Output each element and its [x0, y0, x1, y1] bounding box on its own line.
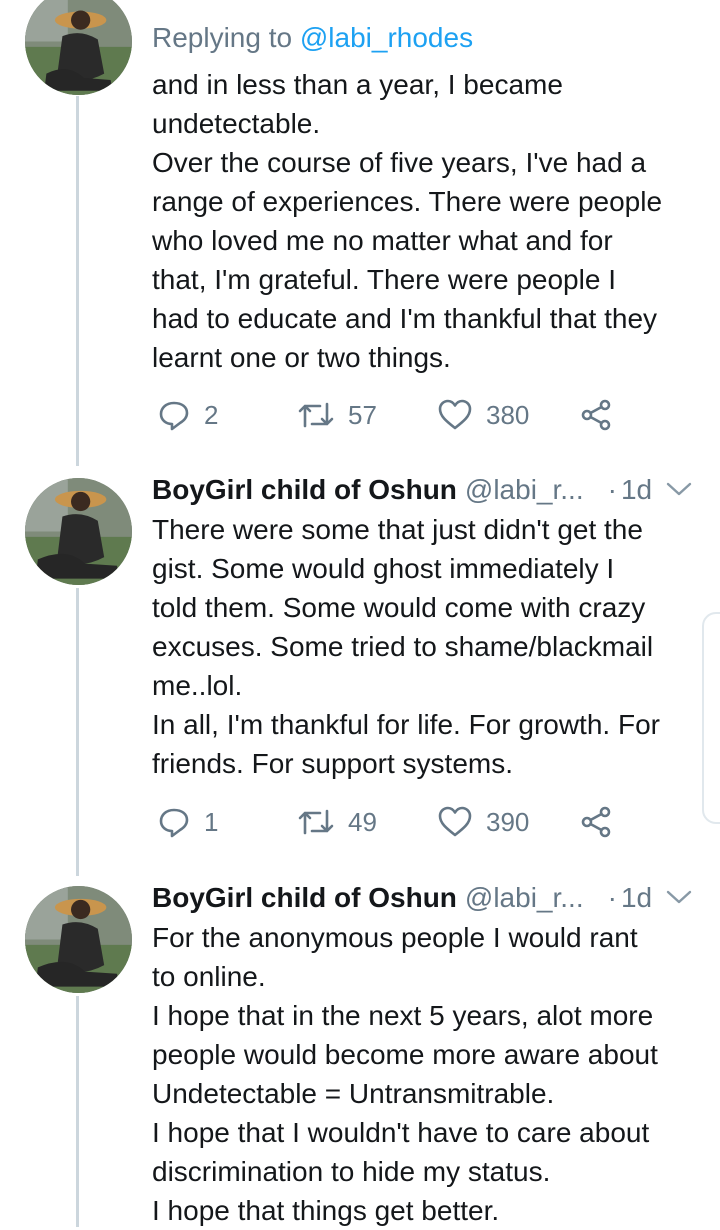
replying-to: Replying to @labi_rhodes — [152, 22, 473, 54]
like-button[interactable]: 390 — [438, 802, 529, 842]
tweet-text-line: had to educate and I'm thankful that the… — [152, 303, 658, 334]
chevron-down-icon[interactable] — [666, 478, 692, 500]
tweet-body: and in less than a year, I became undete… — [152, 65, 712, 377]
share-icon — [581, 806, 611, 838]
tweet-text-line: Over the course of five years, I've had … — [152, 147, 647, 178]
reply-icon — [159, 808, 189, 838]
tweet-time: 1d — [620, 882, 653, 913]
tweet-text-line: people would become more aware about — [152, 1039, 658, 1070]
retweet-icon — [298, 402, 334, 428]
tweet-text-line: discrimination to hide my status. — [152, 1156, 551, 1187]
separator-dot: · — [607, 474, 617, 505]
replying-to-label: Replying to — [152, 22, 300, 53]
avatar[interactable] — [25, 478, 132, 585]
like-button[interactable]: 380 — [438, 395, 529, 435]
author-handle[interactable]: @labi_r... — [465, 474, 584, 506]
tweet-body: There were some that just didn't get the… — [152, 510, 712, 783]
tweet-body: For the anonymous people I would rant to… — [152, 918, 712, 1230]
tweet-header: BoyGirl child of Oshun @labi_r... · 1d — [152, 878, 712, 918]
tweet-actions: 2 57 380 — [152, 395, 632, 435]
reply-count: 2 — [204, 399, 219, 430]
avatar[interactable] — [25, 886, 132, 993]
tweet-text-line: In all, I'm thankful for life. For growt… — [152, 709, 660, 740]
heart-icon — [438, 399, 472, 430]
author-name[interactable]: BoyGirl child of Oshun — [152, 882, 457, 914]
thread-line — [76, 588, 79, 876]
share-button[interactable] — [580, 802, 612, 842]
side-drawer-handle[interactable] — [702, 612, 720, 824]
tweet-header: BoyGirl child of Oshun @labi_r... · 1d — [152, 470, 712, 510]
chevron-down-icon[interactable] — [666, 886, 692, 908]
tweet-text-line: who loved me no matter what and for — [152, 225, 613, 256]
tweet-text-line: excuses. Some tried to shame/blackmail — [152, 631, 654, 662]
tweet-text-line: undetectable. — [152, 108, 321, 139]
retweet-button[interactable]: 49 — [298, 802, 377, 842]
tweet-text-line: to online. — [152, 961, 266, 992]
like-count: 380 — [486, 399, 530, 430]
reply-icon — [159, 401, 189, 431]
tweet-text-line: told them. Some would come with crazy — [152, 592, 646, 623]
tweet-text-line: friends. For support systems. — [152, 748, 514, 779]
reply-count: 1 — [204, 806, 219, 837]
tweet-text-line: gist. Some would ghost immediately I — [152, 553, 615, 584]
share-button[interactable] — [580, 395, 612, 435]
tweet-text-line: range of experiences. There were people — [152, 186, 663, 217]
tweet-text-line: There were some that just didn't get the — [152, 514, 643, 545]
reply-button[interactable]: 1 — [158, 802, 218, 842]
tweet-text-line: I hope that things get better. — [152, 1195, 500, 1226]
tweet-text-line: learnt one or two things. — [152, 342, 451, 373]
author-handle[interactable]: @labi_r... — [465, 882, 584, 914]
avatar[interactable] — [25, 0, 132, 95]
tweet-text-line: that, I'm grateful. There were people I — [152, 264, 616, 295]
retweet-count: 49 — [348, 806, 377, 837]
share-icon — [581, 399, 611, 431]
tweet-text-line: For the anonymous people I would rant — [152, 922, 638, 953]
retweet-button[interactable]: 57 — [298, 395, 377, 435]
tweet-text-line: I hope that in the next 5 years, alot mo… — [152, 1000, 654, 1031]
tweet-text-line: Undetectable = Untransmitrable. — [152, 1078, 555, 1109]
retweet-icon — [298, 809, 334, 835]
tweet-text-line: I hope that I wouldn't have to care abou… — [152, 1117, 650, 1148]
like-count: 390 — [486, 806, 530, 837]
retweet-count: 57 — [348, 399, 377, 430]
tweet-text-line: me..lol. — [152, 670, 243, 701]
thread-line — [76, 996, 79, 1227]
replying-to-handle-link[interactable]: @labi_rhodes — [300, 22, 473, 53]
tweet-text-line: and in less than a year, I became — [152, 69, 563, 100]
heart-icon — [438, 806, 472, 837]
tweet-time: 1d — [620, 474, 653, 505]
author-name[interactable]: BoyGirl child of Oshun — [152, 474, 457, 506]
thread-line — [76, 96, 79, 466]
separator-dot: · — [607, 882, 617, 913]
reply-button[interactable]: 2 — [158, 395, 218, 435]
tweet-actions: 1 49 390 — [152, 802, 632, 842]
